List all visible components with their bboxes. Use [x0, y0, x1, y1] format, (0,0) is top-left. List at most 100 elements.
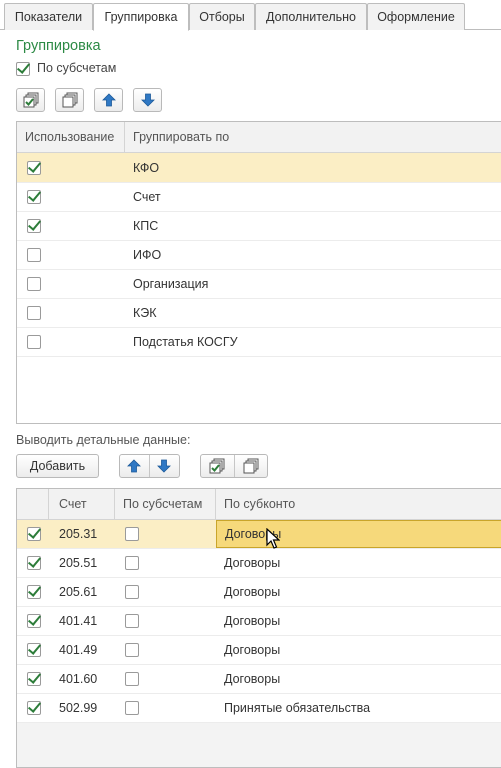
row-account: 205.31 [59, 527, 98, 541]
uncheck-all-icon [243, 458, 259, 474]
tab-bar: Показатели Группировка Отборы Дополнител… [0, 0, 501, 31]
row-checkbox[interactable] [27, 527, 41, 541]
row-group-name: КЭК [133, 306, 157, 320]
row-checkbox[interactable] [27, 556, 41, 570]
move-up-button[interactable] [94, 88, 123, 112]
detail-move-down-button[interactable] [150, 455, 179, 477]
tab-additional[interactable]: Дополнительно [255, 3, 367, 30]
tab-label: Показатели [14, 10, 83, 24]
row-subconto[interactable]: Договоры [216, 549, 280, 577]
table-row[interactable]: ИФО [17, 241, 501, 270]
row-checkbox[interactable] [27, 277, 41, 291]
grouping-title: Группировка [16, 38, 101, 54]
row-checkbox[interactable] [27, 248, 41, 262]
tab-grouping[interactable]: Группировка [93, 3, 189, 31]
row-checkbox[interactable] [27, 306, 41, 320]
row-group-name: ИФО [133, 248, 162, 262]
table-row[interactable]: КЭК [17, 299, 501, 328]
row-account: 205.61 [59, 585, 98, 599]
row-group-name: Счет [133, 190, 161, 204]
column-header-check[interactable] [17, 489, 49, 519]
row-by-subaccounts-checkbox[interactable] [125, 643, 139, 657]
tab-filters[interactable]: Отборы [189, 3, 255, 30]
table-row[interactable]: Организация [17, 270, 501, 299]
row-group-name: КФО [133, 160, 160, 175]
mouse-cursor-icon [266, 527, 281, 550]
table-header: Использование Группировать по [17, 122, 501, 153]
row-group-name: Организация [133, 277, 209, 291]
table-row[interactable]: 205.51 Договоры [17, 549, 501, 578]
grouping-table: Использование Группировать по КФО Счет К… [16, 121, 501, 424]
column-header-account[interactable]: Счет [49, 489, 115, 519]
tab-label: Дополнительно [266, 10, 356, 24]
uncheck-all-button[interactable] [55, 88, 84, 112]
row-checkbox[interactable] [27, 672, 41, 686]
row-group-name: КПС [133, 219, 159, 233]
table-row[interactable]: Счет [17, 183, 501, 212]
check-all-icon [209, 458, 225, 474]
row-by-subaccounts-checkbox[interactable] [125, 527, 139, 541]
row-by-subaccounts-checkbox[interactable] [125, 614, 139, 628]
row-group-name: Подстатья КОСГУ [133, 335, 238, 349]
tab-label: Оформление [377, 10, 455, 24]
check-all-icon [23, 92, 39, 108]
move-down-button[interactable] [133, 88, 162, 112]
table-row[interactable]: 205.61 Договоры [17, 578, 501, 607]
row-by-subaccounts-checkbox[interactable] [125, 585, 139, 599]
row-account: 502.99 [59, 701, 98, 715]
row-account: 401.60 [59, 672, 98, 686]
check-all-button[interactable] [16, 88, 45, 112]
table-row[interactable]: 401.41 Договоры [17, 607, 501, 636]
row-by-subaccounts-checkbox[interactable] [125, 701, 139, 715]
column-header-by-subaccounts[interactable]: По субсчетам [115, 489, 216, 519]
table-row[interactable]: КФО [17, 153, 501, 183]
arrow-up-icon [101, 93, 116, 107]
table-row[interactable]: 401.49 Договоры [17, 636, 501, 665]
row-subconto[interactable]: Принятые обязательства [216, 694, 370, 722]
table-row[interactable]: 502.99 Принятые обязательства [17, 694, 501, 723]
row-checkbox[interactable] [27, 335, 41, 349]
detail-check-group [200, 454, 268, 478]
row-subconto[interactable]: Договоры [216, 578, 280, 606]
tab-indicators[interactable]: Показатели [4, 3, 93, 30]
column-header-by-subconto[interactable]: По субконто [216, 489, 501, 519]
detail-data-label: Выводить детальные данные: [16, 433, 191, 447]
uncheck-all-icon [62, 92, 78, 108]
tab-label: Отборы [199, 10, 245, 24]
row-account: 401.41 [59, 614, 98, 628]
row-by-subaccounts-checkbox[interactable] [125, 672, 139, 686]
row-account: 401.49 [59, 643, 98, 657]
row-subconto[interactable]: Договоры [216, 607, 280, 635]
by-subaccounts-label: По субсчетам [37, 61, 117, 75]
row-account: 205.51 [59, 556, 98, 570]
arrow-down-icon [140, 93, 155, 107]
row-checkbox[interactable] [27, 190, 41, 204]
by-subaccounts-checkbox[interactable] [16, 62, 30, 76]
table-row[interactable]: 205.31 Договоры [17, 520, 501, 549]
arrow-down-icon [157, 459, 172, 473]
add-button[interactable]: Добавить [16, 454, 99, 478]
arrow-up-icon [127, 459, 142, 473]
row-checkbox[interactable] [27, 219, 41, 233]
detail-uncheck-all-button[interactable] [235, 455, 268, 477]
row-subconto[interactable]: Договоры [216, 520, 501, 548]
table-row[interactable]: Подстатья КОСГУ [17, 328, 501, 357]
row-checkbox[interactable] [27, 614, 41, 628]
table-row[interactable]: 401.60 Договоры [17, 665, 501, 694]
tab-label: Группировка [104, 10, 178, 24]
row-checkbox[interactable] [27, 701, 41, 715]
row-by-subaccounts-checkbox[interactable] [125, 556, 139, 570]
row-subconto[interactable]: Договоры [216, 665, 280, 693]
row-checkbox[interactable] [27, 643, 41, 657]
row-checkbox[interactable] [27, 585, 41, 599]
row-subconto[interactable]: Договоры [216, 636, 280, 664]
detail-move-up-button[interactable] [120, 455, 150, 477]
column-header-group-by[interactable]: Группировать по [125, 122, 501, 152]
details-table: Счет По субсчетам По субконто 205.31 Дог… [16, 488, 501, 768]
table-row[interactable]: КПС [17, 212, 501, 241]
row-checkbox[interactable] [27, 161, 41, 175]
detail-check-all-button[interactable] [201, 455, 235, 477]
table-header: Счет По субсчетам По субконто [17, 489, 501, 520]
tab-appearance[interactable]: Оформление [367, 3, 465, 30]
column-header-usage[interactable]: Использование [17, 122, 125, 152]
